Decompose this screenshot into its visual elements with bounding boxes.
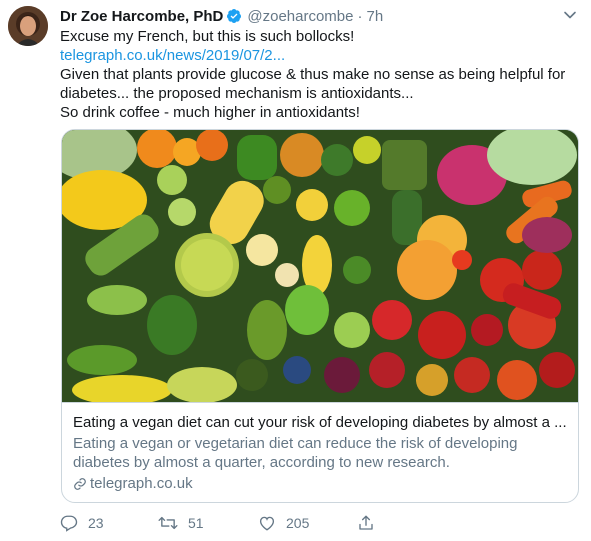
share-icon: [359, 515, 373, 530]
tweet-actions: 23 51 205: [60, 513, 390, 533]
card-domain-text: telegraph.co.uk: [90, 475, 193, 492]
separator: ·: [357, 7, 363, 25]
chevron-down-icon[interactable]: [563, 8, 577, 22]
share-button[interactable]: [357, 513, 375, 533]
card-info[interactable]: Eating a vegan diet can cut your risk of…: [62, 402, 578, 502]
like-icon: [259, 516, 275, 531]
tweet-text-line: So drink coffee - much higher in antioxi…: [60, 104, 360, 121]
tweet-header: Dr Zoe Harcombe, PhD @zoeharcombe · 7h: [60, 6, 383, 26]
tweet[interactable]: Dr Zoe Harcombe, PhD @zoeharcombe · 7h E…: [0, 0, 591, 541]
tweet-text: Excuse my French, but this is such bollo…: [60, 27, 580, 122]
reply-button[interactable]: 23: [60, 513, 104, 533]
reply-icon: [60, 515, 78, 532]
tweet-text-line: Excuse my French, but this is such bollo…: [60, 28, 355, 45]
card-image[interactable]: [62, 130, 578, 405]
card-domain: telegraph.co.uk: [73, 474, 567, 493]
like-count: 205: [286, 515, 310, 531]
verified-icon: [226, 8, 242, 24]
tweet-text-line: Given that plants provide glucose & thus…: [60, 66, 566, 83]
retweet-icon: [158, 516, 178, 530]
retweet-count: 51: [188, 515, 204, 531]
handle[interactable]: @zoeharcombe: [247, 8, 353, 25]
link-icon: [73, 477, 87, 491]
reply-count: 23: [88, 515, 104, 531]
tweet-text-line: diabetes... the proposed mechanism is an…: [60, 85, 414, 102]
display-name[interactable]: Dr Zoe Harcombe, PhD: [60, 8, 223, 25]
timestamp[interactable]: 7h: [367, 8, 384, 25]
tweet-link[interactable]: telegraph.co.uk/news/2019/07/2...: [60, 46, 580, 65]
card-description: Eating a vegan or vegetarian diet can re…: [73, 435, 518, 471]
card-title[interactable]: Eating a vegan diet can cut your risk of…: [73, 413, 567, 432]
retweet-button[interactable]: 51: [158, 513, 204, 533]
like-button[interactable]: 205: [258, 513, 309, 533]
link-preview-card[interactable]: Eating a vegan diet can cut your risk of…: [61, 129, 579, 503]
avatar[interactable]: [8, 6, 48, 46]
